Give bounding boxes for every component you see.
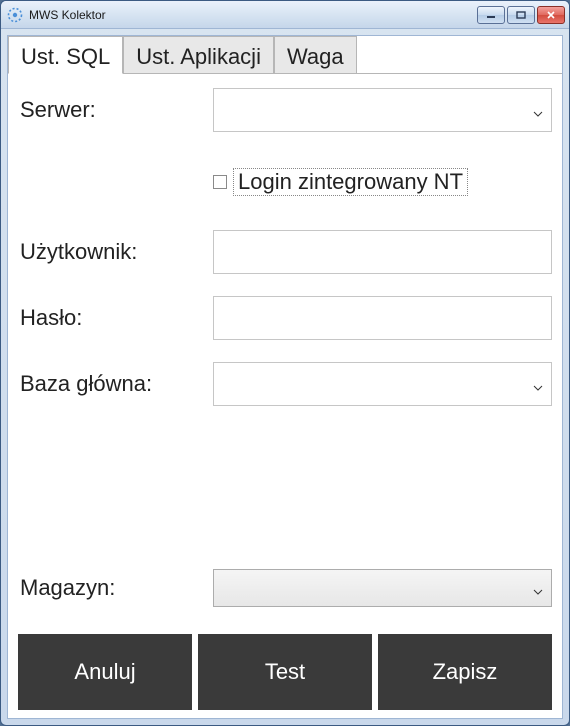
- window-title: MWS Kolektor: [29, 8, 477, 22]
- password-input[interactable]: [213, 296, 552, 340]
- row-password: Hasło:: [18, 292, 552, 344]
- maindb-combo[interactable]: [213, 362, 552, 406]
- user-input[interactable]: [213, 230, 552, 274]
- form-sql: Serwer: Login zintegrowany NT Użytkownik…: [8, 74, 562, 718]
- app-icon: [7, 7, 23, 23]
- tab-sql[interactable]: Ust. SQL: [8, 36, 123, 74]
- row-nt-login: Login zintegrowany NT: [18, 168, 552, 196]
- tab-strip: Ust. SQL Ust. Aplikacji Waga: [8, 36, 562, 74]
- warehouse-combo[interactable]: [213, 569, 552, 607]
- minimize-button[interactable]: [477, 6, 505, 24]
- server-combo[interactable]: [213, 88, 552, 132]
- nt-login-checkbox[interactable]: [213, 175, 227, 189]
- user-label: Użytkownik:: [18, 239, 213, 265]
- close-button[interactable]: [537, 6, 565, 24]
- maindb-label: Baza główna:: [18, 371, 213, 397]
- tab-waga[interactable]: Waga: [274, 36, 357, 74]
- row-user: Użytkownik:: [18, 226, 552, 278]
- warehouse-label: Magazyn:: [18, 575, 213, 601]
- app-window: MWS Kolektor Ust. SQL Ust. Aplikacji Wag…: [0, 0, 570, 726]
- nt-login-label: Login zintegrowany NT: [233, 168, 468, 196]
- row-warehouse: Magazyn:: [18, 562, 552, 614]
- button-bar: Anuluj Test Zapisz: [18, 634, 552, 712]
- chevron-down-icon: [533, 575, 543, 601]
- row-maindb: Baza główna:: [18, 358, 552, 410]
- tab-app[interactable]: Ust. Aplikacji: [123, 36, 274, 74]
- password-label: Hasło:: [18, 305, 213, 331]
- test-button[interactable]: Test: [198, 634, 372, 710]
- maximize-button[interactable]: [507, 6, 535, 24]
- client-area: Ust. SQL Ust. Aplikacji Waga Serwer:: [7, 35, 563, 719]
- window-controls: [477, 6, 565, 24]
- row-server: Serwer:: [18, 84, 552, 136]
- chevron-down-icon: [533, 371, 543, 397]
- cancel-button[interactable]: Anuluj: [18, 634, 192, 710]
- save-button[interactable]: Zapisz: [378, 634, 552, 710]
- server-label: Serwer:: [18, 97, 213, 123]
- titlebar: MWS Kolektor: [1, 1, 569, 29]
- chevron-down-icon: [533, 97, 543, 123]
